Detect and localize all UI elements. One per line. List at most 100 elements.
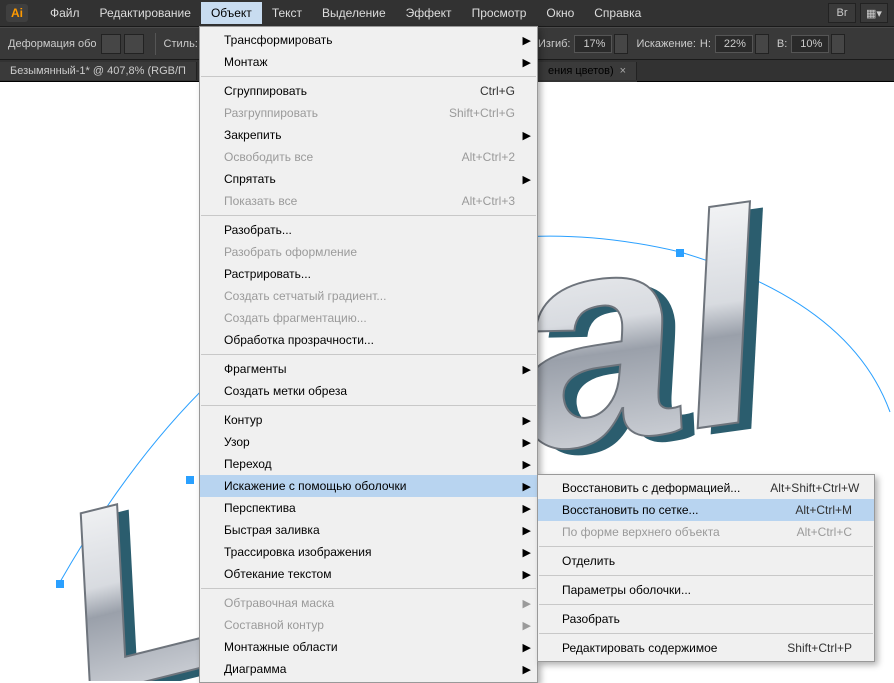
envelope-submenu-item-label: Разобрать — [562, 612, 620, 626]
object-menu-item-label: Трансформировать — [224, 33, 333, 47]
menu-эффект[interactable]: Эффект — [396, 2, 462, 24]
object-menu-item-24[interactable]: Перспектива▶ — [200, 497, 537, 519]
h-value[interactable]: 22% — [715, 35, 753, 53]
object-menu-separator — [201, 76, 536, 77]
object-menu-separator — [201, 405, 536, 406]
envelope-submenu-item-label: Редактировать содержимое — [562, 641, 717, 655]
chevron-right-icon: ▶ — [523, 436, 531, 449]
envelope-submenu-item-8[interactable]: Разобрать — [538, 608, 874, 630]
object-menu-item-20[interactable]: Контур▶ — [200, 409, 537, 431]
object-menu-separator — [201, 588, 536, 589]
object-menu-item-shortcut: Alt+Ctrl+2 — [432, 150, 515, 164]
h-label: H: — [700, 38, 711, 50]
bend-stepper[interactable] — [614, 34, 628, 54]
bridge-button[interactable]: Br — [828, 3, 856, 23]
object-menu-item-25[interactable]: Быстрая заливка▶ — [200, 519, 537, 541]
object-menu-item-label: Разгруппировать — [224, 106, 318, 120]
object-menu-item-12[interactable]: Растрировать... — [200, 263, 537, 285]
object-menu-item-label: Создать сетчатый градиент... — [224, 289, 386, 303]
menu-выделение[interactable]: Выделение — [312, 2, 396, 24]
v-value[interactable]: 10% — [791, 35, 829, 53]
object-menu-item-30: Составной контур▶ — [200, 614, 537, 636]
layout-button[interactable]: ▦▾ — [860, 3, 888, 23]
object-menu-item-11: Разобрать оформление — [200, 241, 537, 263]
envelope-submenu-item-label: Отделить — [562, 554, 615, 568]
envelope-submenu-item-1[interactable]: Восстановить по сетке...Alt+Ctrl+M — [538, 499, 874, 521]
object-menu-item-label: Трассировка изображения — [224, 545, 371, 559]
envelope-submenu-item-6[interactable]: Параметры оболочки... — [538, 579, 874, 601]
object-menu-item-23[interactable]: Искажение с помощью оболочки ▶ — [200, 475, 537, 497]
envelope-submenu-item-0[interactable]: Восстановить с деформацией...Alt+Shift+C… — [538, 477, 874, 499]
object-menu-item-label: Быстрая заливка — [224, 523, 320, 537]
object-menu-item-shortcut: Ctrl+G — [450, 84, 515, 98]
object-menu-item-26[interactable]: Трассировка изображения ▶ — [200, 541, 537, 563]
object-menu-item-label: Освободить все — [224, 150, 313, 164]
object-menu-item-31[interactable]: Монтажные области▶ — [200, 636, 537, 658]
chevron-right-icon: ▶ — [523, 129, 531, 142]
object-menu-separator — [201, 215, 536, 216]
object-menu-item-label: Искажение с помощью оболочки — [224, 479, 406, 493]
chevron-right-icon: ▶ — [523, 597, 531, 610]
tab-other[interactable]: ения цветов) × — [538, 62, 637, 80]
opt-button-2[interactable] — [124, 34, 144, 54]
object-menu-separator — [201, 354, 536, 355]
chevron-right-icon: ▶ — [523, 34, 531, 47]
menu-окно[interactable]: Окно — [536, 2, 584, 24]
object-menu-item-21[interactable]: Узор▶ — [200, 431, 537, 453]
menu-просмотр[interactable]: Просмотр — [462, 2, 537, 24]
envelope-submenu-item-shortcut: Alt+Ctrl+M — [765, 503, 852, 517]
chevron-right-icon: ▶ — [523, 663, 531, 676]
chevron-right-icon: ▶ — [523, 619, 531, 632]
chevron-right-icon: ▶ — [523, 480, 531, 493]
object-menu-item-0[interactable]: Трансформировать ▶ — [200, 29, 537, 51]
object-menu-item-label: Создать метки обреза — [224, 384, 347, 398]
object-menu-item-5[interactable]: Закрепить ▶ — [200, 124, 537, 146]
object-menu-item-27[interactable]: Обтекание текстом▶ — [200, 563, 537, 585]
object-menu-item-17[interactable]: Фрагменты▶ — [200, 358, 537, 380]
envelope-submenu-separator — [539, 633, 873, 634]
warp-label: Деформация обо — [8, 38, 97, 50]
envelope-submenu-item-10[interactable]: Редактировать содержимое Shift+Ctrl+P — [538, 637, 874, 659]
object-menu-item-6: Освободить все Alt+Ctrl+2 — [200, 146, 537, 168]
object-menu-item-7[interactable]: Спрятать▶ — [200, 168, 537, 190]
object-menu-item-label: Закрепить — [224, 128, 281, 142]
envelope-distort-submenu[interactable]: Восстановить с деформацией...Alt+Shift+C… — [537, 474, 875, 662]
tab-document[interactable]: Безымянный-1* @ 407,8% (RGB/П — [0, 62, 197, 80]
distort-label: Искажение: — [636, 38, 695, 50]
opt-button-1[interactable] — [101, 34, 121, 54]
object-menu-item-32[interactable]: Диаграмма▶ — [200, 658, 537, 680]
object-menu-item-18[interactable]: Создать метки обреза — [200, 380, 537, 402]
envelope-submenu-item-shortcut: Shift+Ctrl+P — [757, 641, 852, 655]
chevron-right-icon: ▶ — [523, 568, 531, 581]
close-icon[interactable]: × — [620, 65, 626, 77]
menu-справка[interactable]: Справка — [584, 2, 651, 24]
envelope-submenu-item-label: Параметры оболочки... — [562, 583, 691, 597]
object-menu-item-label: Растрировать... — [224, 267, 311, 281]
menu-объект[interactable]: Объект — [201, 2, 262, 24]
chevron-right-icon: ▶ — [523, 546, 531, 559]
object-menu-item-10[interactable]: Разобрать... — [200, 219, 537, 241]
envelope-submenu-separator — [539, 604, 873, 605]
object-menu[interactable]: Трансформировать▶Монтаж▶СгруппироватьCtr… — [199, 26, 538, 683]
object-menu-item-3[interactable]: Сгруппировать Ctrl+G — [200, 80, 537, 102]
object-menu-item-1[interactable]: Монтаж▶ — [200, 51, 537, 73]
chevron-right-icon: ▶ — [523, 56, 531, 69]
menu-текст[interactable]: Текст — [262, 2, 312, 24]
h-stepper[interactable] — [755, 34, 769, 54]
v-label: B: — [777, 38, 787, 50]
bend-value[interactable]: 17% — [574, 35, 612, 53]
envelope-submenu-item-4[interactable]: Отделить — [538, 550, 874, 572]
menu-файл[interactable]: Файл — [40, 2, 90, 24]
envelope-submenu-item-shortcut: Alt+Ctrl+C — [767, 525, 852, 539]
object-menu-item-label: Сгруппировать — [224, 84, 307, 98]
object-menu-item-15[interactable]: Обработка прозрачности... — [200, 329, 537, 351]
object-menu-item-22[interactable]: Переход▶ — [200, 453, 537, 475]
tab-other-label: ения цветов) — [548, 65, 614, 77]
object-menu-item-label: Создать фрагментацию... — [224, 311, 367, 325]
menu-редактирование[interactable]: Редактирование — [90, 2, 201, 24]
object-menu-item-label: Обработка прозрачности... — [224, 333, 374, 347]
chevron-right-icon: ▶ — [523, 502, 531, 515]
envelope-submenu-item-label: По форме верхнего объекта — [562, 525, 720, 539]
chevron-right-icon: ▶ — [523, 173, 531, 186]
v-stepper[interactable] — [831, 34, 845, 54]
